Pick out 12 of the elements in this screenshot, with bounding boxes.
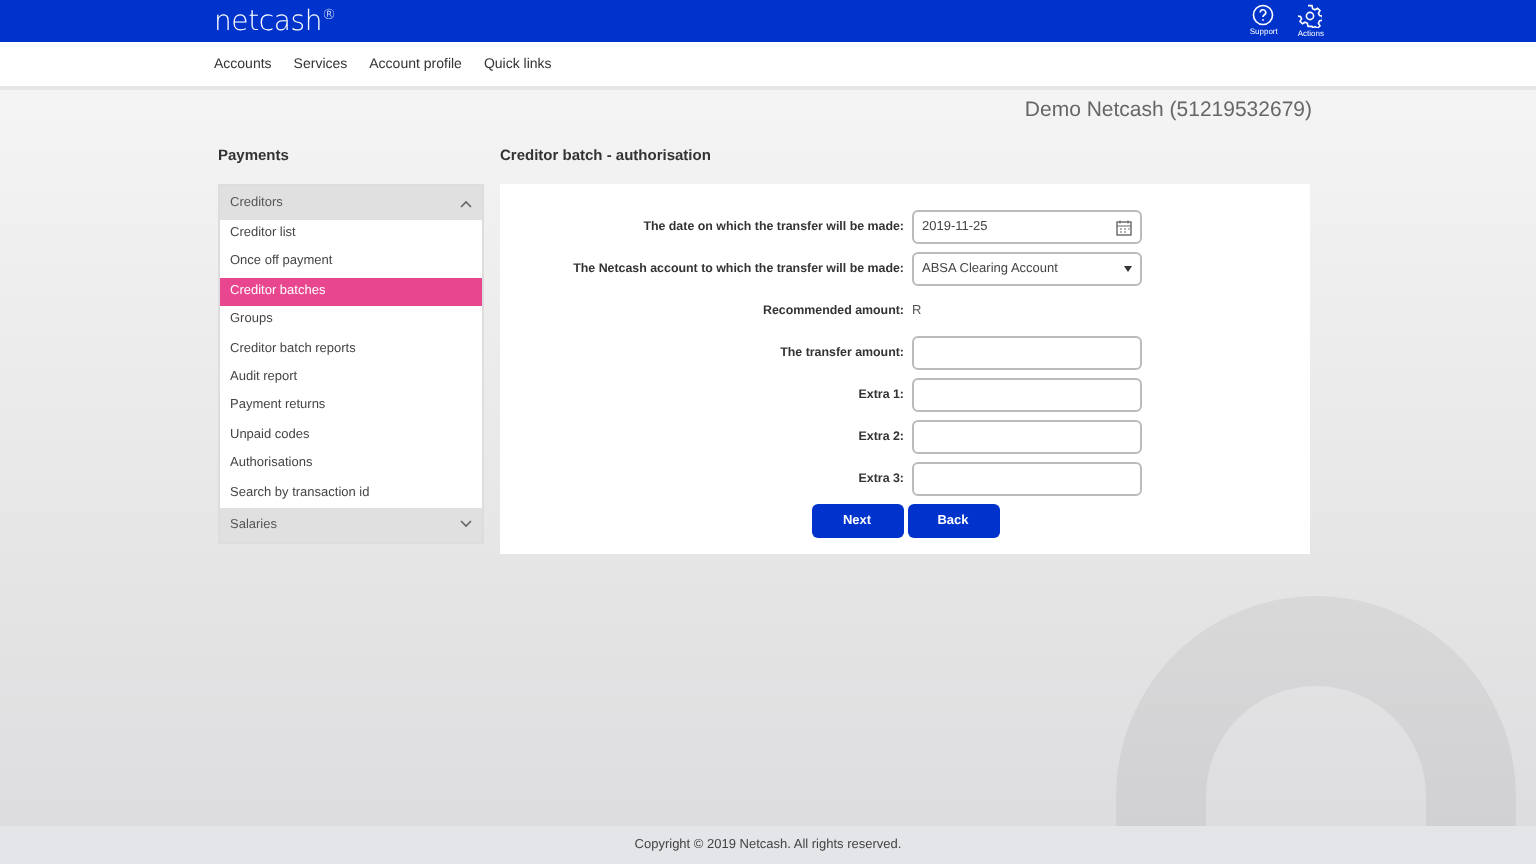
chevron-icon	[460, 199, 472, 207]
input-field[interactable]	[912, 378, 1142, 412]
dropdown-caret-icon	[1124, 266, 1132, 272]
input-field[interactable]	[912, 462, 1142, 496]
input-field[interactable]	[912, 336, 1142, 370]
gear-icon	[1298, 4, 1323, 28]
netcash-logo[interactable]: netcash$^{®}$	[214, 5, 336, 37]
input-field[interactable]	[912, 420, 1142, 454]
account-name: Demo Netcash (51219532679)	[1024, 98, 1312, 126]
calendar-icon	[1116, 219, 1132, 235]
chevron-icon	[460, 520, 472, 529]
question-circle-icon	[1252, 4, 1275, 26]
